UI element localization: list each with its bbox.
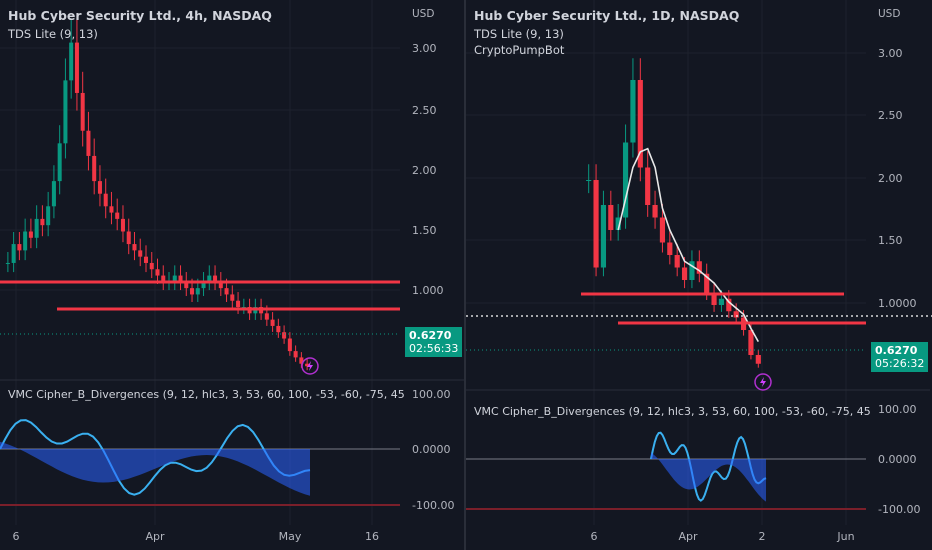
time-tick-label: 16 bbox=[365, 530, 379, 543]
candle-body bbox=[97, 181, 102, 194]
osc-tick-label: 0.0000 bbox=[878, 453, 917, 466]
candle-body bbox=[190, 288, 195, 295]
candle-body bbox=[195, 288, 200, 295]
price-tick-label: 3.00 bbox=[412, 42, 437, 55]
candle-body bbox=[74, 42, 79, 93]
osc-tick-label: 0.0000 bbox=[412, 443, 451, 456]
last-price-tag: 0.6270 05:26:32 bbox=[871, 342, 929, 372]
candle-body bbox=[287, 338, 292, 352]
chart-title: Hub Cyber Security Ltd., 1D, NASDAQ bbox=[474, 8, 740, 23]
countdown: 02:56:33 bbox=[409, 342, 459, 355]
candle-body bbox=[230, 294, 235, 301]
time-tick-label: 6 bbox=[591, 530, 598, 543]
currency-label: USD bbox=[878, 8, 901, 20]
candle-body bbox=[667, 242, 673, 255]
last-price-tag: 0.6270 02:56:33 bbox=[405, 327, 463, 357]
price-tick-label: 1.000 bbox=[412, 284, 444, 297]
osc-tick-label: -100.00 bbox=[412, 499, 454, 512]
last-price: 0.6270 bbox=[409, 329, 452, 342]
countdown: 05:26:32 bbox=[875, 357, 925, 370]
candle-body bbox=[748, 330, 754, 355]
candle-body bbox=[293, 351, 298, 358]
candle-body bbox=[681, 267, 688, 280]
chart-title: Hub Cyber Security Ltd., 4h, NASDAQ bbox=[8, 8, 272, 23]
time-tick-label: Jun bbox=[836, 530, 854, 543]
candle-body bbox=[264, 313, 269, 320]
candle-body bbox=[17, 244, 22, 251]
price-tick-label: 1.0000 bbox=[878, 297, 917, 310]
lightning-bolt bbox=[307, 361, 313, 371]
candle-body bbox=[80, 92, 85, 131]
osc-tick-label: -100.00 bbox=[878, 503, 920, 516]
left-chart-svg[interactable]: 3.00 2.50 2.00 1.50 1.000 VMC Cipher_B_Diverg… bbox=[0, 0, 464, 550]
candle-body bbox=[149, 262, 154, 270]
candle-body bbox=[155, 269, 160, 276]
indicator-label[interactable]: TDS Lite (9, 13) bbox=[474, 27, 564, 41]
indicator-label[interactable]: TDS Lite (9, 13) bbox=[8, 27, 98, 41]
currency-label: USD bbox=[412, 8, 435, 20]
candle-body bbox=[659, 217, 666, 243]
candle-body bbox=[270, 319, 275, 326]
candle-body bbox=[143, 256, 149, 263]
price-tick-label: 2.00 bbox=[412, 164, 437, 177]
candle-body bbox=[652, 205, 658, 218]
candle-body bbox=[593, 180, 599, 268]
candle-body bbox=[138, 250, 143, 257]
time-tick-label: Apr bbox=[145, 530, 165, 543]
candle-body bbox=[46, 206, 51, 226]
candle-body bbox=[630, 80, 636, 143]
candle-body bbox=[132, 244, 137, 251]
candle-body bbox=[109, 206, 114, 213]
candle-body bbox=[608, 205, 614, 230]
price-tick-label: 1.50 bbox=[878, 234, 903, 247]
price-tick-label: 2.50 bbox=[878, 109, 903, 122]
time-tick-label: 2 bbox=[759, 530, 766, 543]
candle-body bbox=[115, 212, 120, 219]
time-tick-label: May bbox=[279, 530, 302, 543]
candle-body bbox=[586, 180, 592, 181]
time-tick-label: Apr bbox=[678, 530, 698, 543]
candle-body bbox=[40, 218, 45, 226]
candle-body bbox=[34, 218, 39, 238]
candle-body bbox=[51, 181, 56, 207]
right-chart-pane[interactable]: 3.00 2.50 2.00 1.50 1.0000 VMC Cipher_B_Diver… bbox=[466, 0, 932, 550]
candle-body bbox=[755, 355, 761, 364]
candle-body bbox=[236, 300, 241, 308]
candle-body bbox=[126, 231, 131, 245]
candle-body bbox=[23, 231, 28, 251]
candle-body bbox=[600, 205, 607, 268]
osc-tick-label: 100.00 bbox=[412, 388, 451, 401]
candle-body bbox=[276, 325, 281, 333]
left-chart-pane[interactable]: 3.00 2.50 2.00 1.50 1.000 VMC Cipher_B_Diverg… bbox=[0, 0, 464, 550]
oscillator-title: VMC Cipher_B_Divergences (9, 12, hlc3, 3… bbox=[474, 405, 871, 418]
osc-tick-label: 100.00 bbox=[878, 403, 917, 416]
candle-body bbox=[11, 244, 16, 263]
candle-body bbox=[69, 42, 74, 81]
candle-body bbox=[103, 193, 108, 207]
candle-body bbox=[86, 130, 91, 156]
candle-body bbox=[92, 155, 97, 182]
price-tick-label: 2.50 bbox=[412, 104, 437, 117]
last-price: 0.6270 bbox=[875, 344, 918, 357]
price-tick-label: 1.50 bbox=[412, 224, 437, 237]
oscillator-title: VMC Cipher_B_Divergences (9, 12, hlc3, 3… bbox=[8, 388, 405, 401]
candle-body bbox=[718, 298, 725, 305]
lightning-bolt bbox=[760, 377, 766, 387]
money-flow-area bbox=[651, 452, 766, 502]
candle-body bbox=[5, 262, 10, 264]
price-tick-label: 3.00 bbox=[878, 47, 903, 60]
candle-body bbox=[120, 218, 125, 232]
right-chart-svg[interactable]: 3.00 2.50 2.00 1.50 1.0000 VMC Cipher_B_Diver… bbox=[466, 0, 932, 550]
candle-body bbox=[224, 288, 229, 295]
indicator-label[interactable]: CryptoPumpBot bbox=[474, 43, 564, 57]
candle-body bbox=[63, 80, 68, 144]
candle-body bbox=[282, 332, 287, 339]
candle-body bbox=[674, 255, 680, 268]
time-tick-label: 6 bbox=[13, 530, 20, 543]
candle-body bbox=[28, 231, 33, 238]
price-tick-label: 2.00 bbox=[878, 172, 903, 185]
candle-body bbox=[57, 143, 62, 182]
candle-body bbox=[645, 167, 651, 205]
